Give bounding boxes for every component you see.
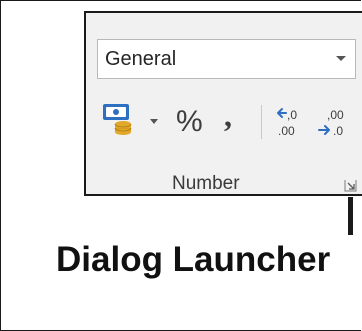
- svg-text:,0: ,0: [287, 108, 297, 122]
- toolbar-separator: [261, 105, 262, 139]
- percent-style-button[interactable]: %: [176, 105, 203, 139]
- callout-caption: Dialog Launcher: [56, 240, 331, 279]
- svg-text:.00: .00: [278, 124, 295, 138]
- svg-text:.0: .0: [333, 124, 343, 138]
- increase-decimal-icon[interactable]: ,0 .00: [274, 106, 306, 140]
- decrease-decimal-icon[interactable]: ,00 .0: [317, 106, 351, 140]
- group-label: Number: [172, 173, 240, 194]
- number-format-value: General: [105, 48, 177, 70]
- currency-dropdown-chevron-icon[interactable]: [150, 119, 158, 124]
- currency-format-icon[interactable]: [101, 101, 137, 139]
- chevron-down-icon[interactable]: [336, 56, 346, 61]
- dialog-launcher-icon[interactable]: [344, 179, 357, 192]
- number-format-select[interactable]: General: [97, 39, 356, 79]
- number-ribbon-group: General % , ,0 .00 ,00 .0 Number: [84, 11, 362, 196]
- svg-text:,00: ,00: [327, 108, 344, 122]
- callout-pointer-line: [348, 197, 353, 235]
- comma-style-button[interactable]: ,: [224, 97, 232, 134]
